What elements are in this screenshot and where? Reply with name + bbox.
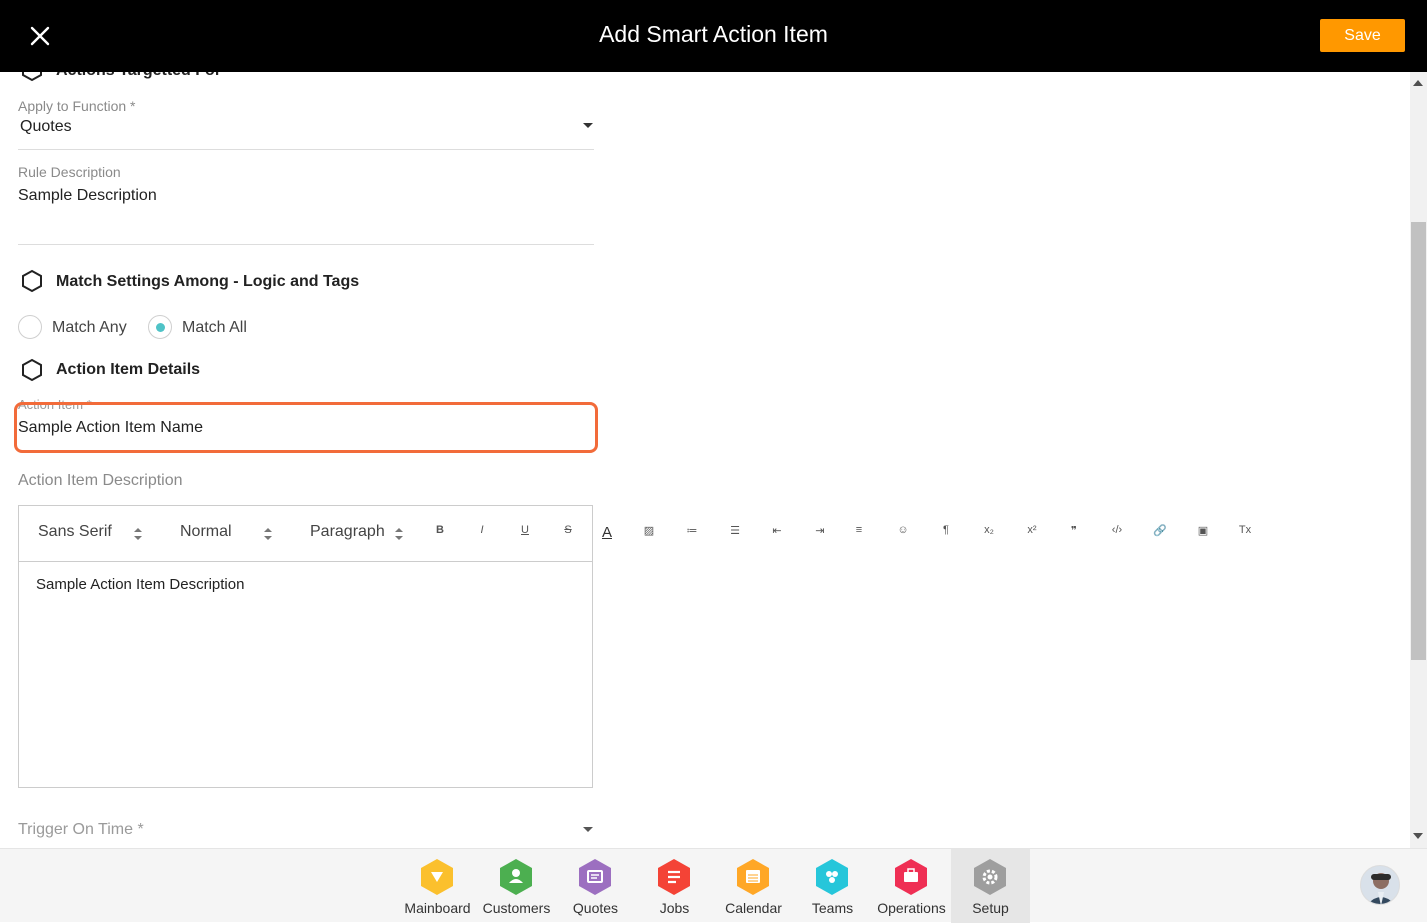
superscript-icon[interactable]: x² xyxy=(1021,524,1043,536)
nav-item-quotes[interactable]: Quotes xyxy=(556,849,635,923)
nav-item-operations[interactable]: Operations xyxy=(872,849,951,923)
user-photo-icon xyxy=(1361,866,1399,904)
code-icon[interactable]: ‹/› xyxy=(1106,524,1128,536)
subscript-icon[interactable]: x₂ xyxy=(978,524,1000,536)
block-format-value: Paragraph xyxy=(310,523,385,540)
nav-item-jobs[interactable]: Jobs xyxy=(635,849,714,923)
divider xyxy=(18,244,594,245)
background-color-icon[interactable]: ▨ xyxy=(638,524,660,537)
rule-description-label: Rule Description xyxy=(18,164,121,180)
scroll-up-icon[interactable] xyxy=(1413,80,1423,86)
align-icon[interactable]: ≡ xyxy=(848,524,870,536)
font-size-value: Normal xyxy=(180,523,232,540)
select-arrows-icon xyxy=(395,528,403,540)
trigger-time-select[interactable]: Trigger On Time * xyxy=(18,820,594,846)
blockquote-icon[interactable]: ❞ xyxy=(1063,524,1085,537)
section-title-details: Action Item Details xyxy=(56,361,201,378)
customers-icon xyxy=(500,859,532,895)
teams-icon xyxy=(816,859,848,895)
trigger-time-label: Trigger On Time * xyxy=(18,821,144,838)
nav-item-customers[interactable]: Customers xyxy=(477,849,556,923)
image-icon[interactable]: ▣ xyxy=(1192,524,1214,537)
rule-description-input[interactable]: Sample Description xyxy=(18,187,594,243)
operations-icon xyxy=(895,859,927,895)
indent-icon[interactable]: ⇥ xyxy=(809,524,831,537)
description-label: Action Item Description xyxy=(18,472,183,489)
nav-item-mainboard[interactable]: Mainboard xyxy=(398,849,477,923)
section-title-targeted: Actions Targetted For xyxy=(56,72,221,80)
setup-icon xyxy=(974,859,1006,895)
bottom-nav: Mainboard Customers Quotes Jobs Calendar Team… xyxy=(0,848,1427,923)
mainboard-icon xyxy=(421,859,453,895)
text-color-icon[interactable]: A xyxy=(596,524,618,541)
match-all-radio[interactable] xyxy=(148,315,172,339)
strike-icon[interactable]: S xyxy=(557,524,579,536)
calendar-icon xyxy=(737,859,769,895)
scrollbar-thumb[interactable] xyxy=(1411,222,1426,660)
scroll-down-icon[interactable] xyxy=(1413,833,1423,839)
emoji-icon[interactable]: ☺ xyxy=(892,524,914,536)
font-family-value: Sans Serif xyxy=(38,523,112,540)
save-button[interactable]: Save xyxy=(1320,19,1405,52)
nav-item-setup[interactable]: Setup xyxy=(951,849,1030,923)
hexagon-icon xyxy=(22,72,42,82)
ordered-list-icon[interactable]: ≔ xyxy=(681,524,703,537)
apply-function-value: Quotes xyxy=(20,118,72,135)
nav-label: Quotes xyxy=(572,900,619,916)
dropdown-arrow-icon xyxy=(583,827,593,832)
italic-icon[interactable]: I xyxy=(471,524,493,536)
block-format-select[interactable]: Paragraph xyxy=(310,523,406,545)
editor-content[interactable]: Sample Action Item Description xyxy=(36,576,576,776)
page-title: Add Smart Action Item xyxy=(599,21,828,47)
action-item-input[interactable]: Sample Action Item Name xyxy=(18,419,588,443)
nav-label: Setup xyxy=(972,900,1009,916)
link-icon[interactable]: 🔗 xyxy=(1149,524,1171,537)
match-any-radio[interactable] xyxy=(18,315,42,339)
match-all-label[interactable]: Match All xyxy=(182,319,247,337)
nav-item-teams[interactable]: Teams xyxy=(793,849,872,923)
section-title-match: Match Settings Among - Logic and Tags xyxy=(56,273,360,290)
jobs-icon xyxy=(658,859,690,895)
clear-format-icon[interactable]: Tx xyxy=(1234,524,1256,536)
nav-item-calendar[interactable]: Calendar xyxy=(714,849,793,923)
quotes-icon xyxy=(579,859,611,895)
nav-label: Operations xyxy=(877,900,946,916)
nav-label: Customers xyxy=(482,900,551,916)
divider xyxy=(18,149,594,150)
match-any-label[interactable]: Match Any xyxy=(52,319,127,337)
bold-icon[interactable]: B xyxy=(429,524,451,536)
dropdown-arrow-icon xyxy=(583,123,593,128)
top-bar: Add Smart Action Item Save xyxy=(0,0,1427,72)
hexagon-icon xyxy=(22,269,42,293)
toolbar-divider xyxy=(18,561,593,562)
font-size-select[interactable]: Normal xyxy=(180,523,276,545)
outdent-icon[interactable]: ⇤ xyxy=(766,524,788,537)
nav-label: Teams xyxy=(811,900,854,916)
apply-function-label: Apply to Function * xyxy=(18,98,136,114)
underline-icon[interactable]: U xyxy=(514,524,536,536)
nav-label: Calendar xyxy=(725,900,782,916)
apply-function-select[interactable]: Quotes xyxy=(18,116,594,150)
select-arrows-icon xyxy=(134,528,142,540)
select-arrows-icon xyxy=(264,528,272,540)
bullet-list-icon[interactable]: ☰ xyxy=(724,524,746,537)
form-content: Actions Targetted For Apply to Function … xyxy=(0,72,1410,848)
text-direction-icon[interactable]: ¶ xyxy=(935,524,957,536)
nav-label: Mainboard xyxy=(404,900,471,916)
hexagon-icon xyxy=(22,358,42,382)
nav-label: Jobs xyxy=(659,900,690,916)
font-family-select[interactable]: Sans Serif xyxy=(38,523,146,545)
avatar[interactable] xyxy=(1360,865,1400,905)
